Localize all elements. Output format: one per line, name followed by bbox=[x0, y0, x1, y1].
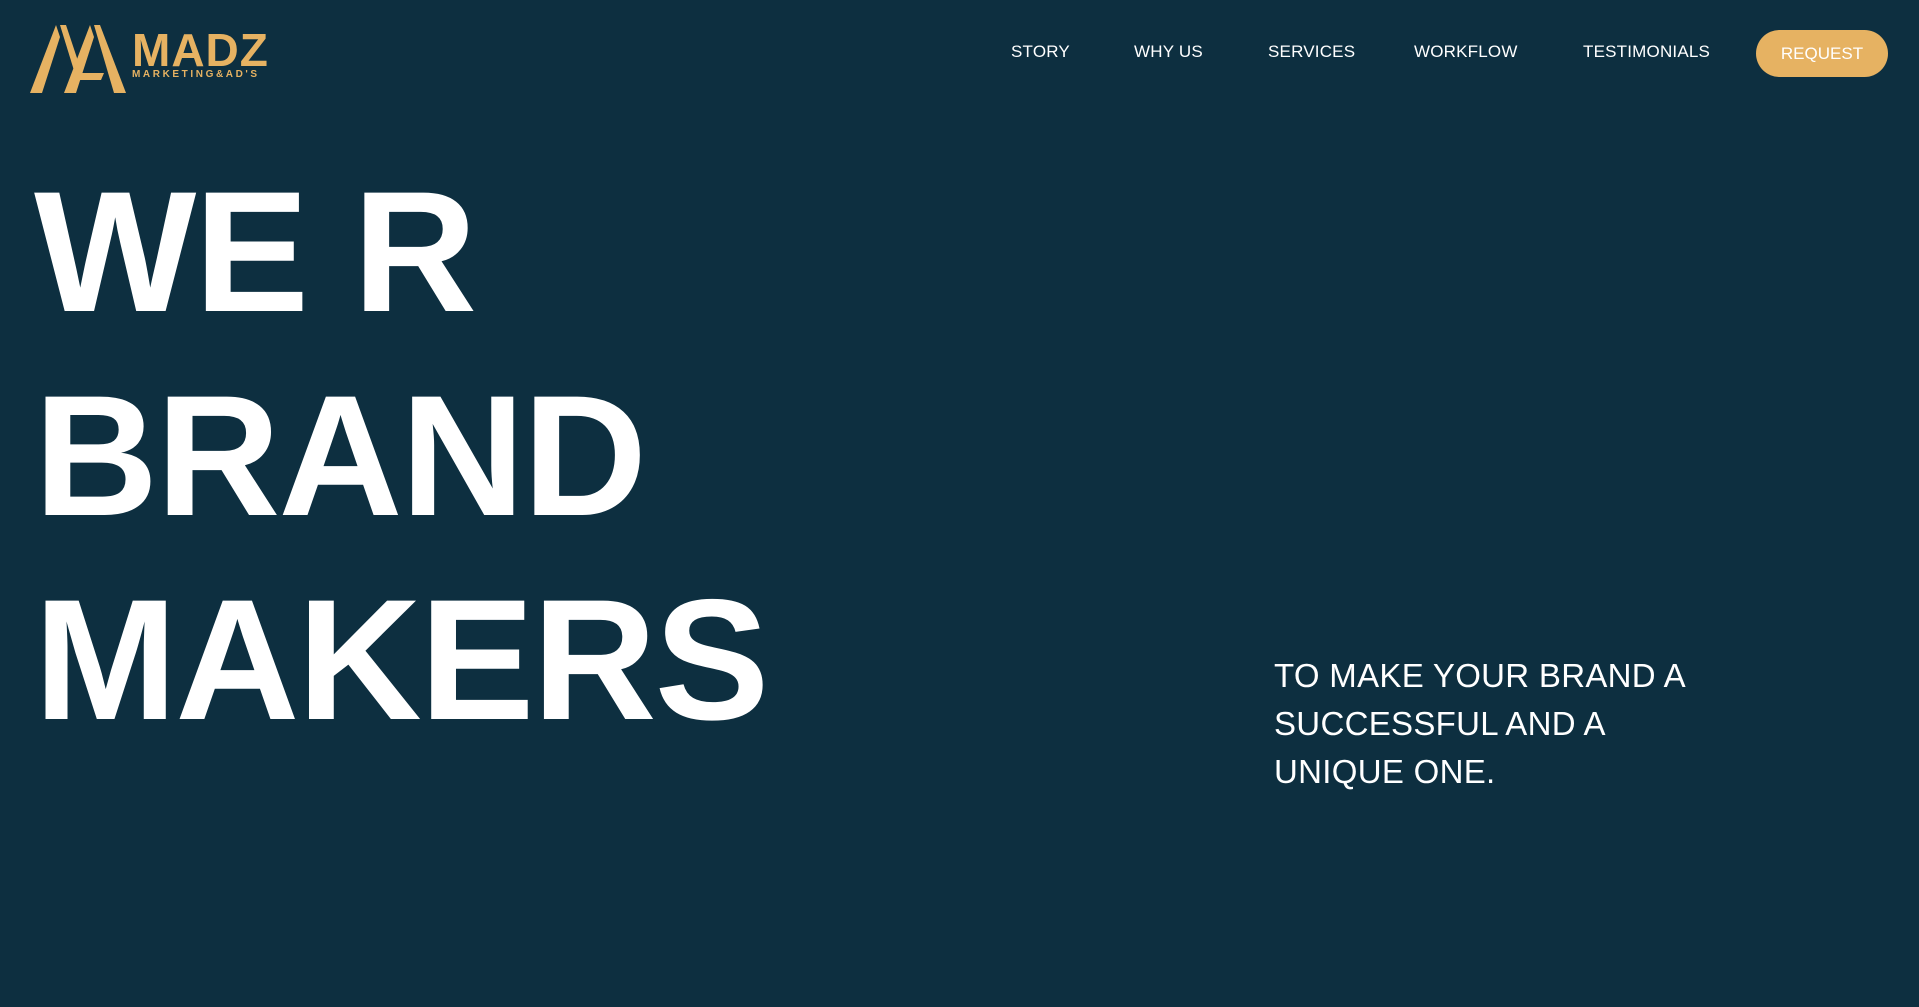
tagline-line-2: SUCCESSFUL AND A bbox=[1274, 705, 1606, 742]
brand-subtitle: MARKETING&AD'S bbox=[132, 69, 260, 80]
main-nav: STORY WHY US SERVICES WORKFLOW TESTIMONI… bbox=[985, 40, 1715, 64]
tagline-line-1: TO MAKE YOUR BRAND A bbox=[1274, 657, 1686, 694]
nav-link-services[interactable]: SERVICES bbox=[1268, 40, 1355, 64]
nav-link-story[interactable]: STORY bbox=[1011, 40, 1070, 64]
brand-logo[interactable]: MADZ MARKETING&AD'S bbox=[30, 17, 285, 93]
tagline-line-3: UNIQUE ONE. bbox=[1274, 753, 1496, 790]
nav-link-testimonials[interactable]: TESTIMONIALS bbox=[1583, 40, 1710, 64]
nav-link-workflow[interactable]: WORKFLOW bbox=[1414, 40, 1518, 64]
hero-tagline: TO MAKE YOUR BRAND A SUCCESSFUL AND A UN… bbox=[1274, 652, 1734, 796]
ma-monogram-icon bbox=[30, 25, 126, 93]
brand-name: MADZ bbox=[132, 24, 269, 76]
nav-link-why-us[interactable]: WHY US bbox=[1134, 40, 1203, 64]
hero-title: WE R BRAND MAKERS bbox=[34, 150, 769, 762]
hero-line-3: MAKERS bbox=[34, 564, 769, 756]
request-button[interactable]: REQUEST bbox=[1756, 30, 1888, 77]
hero-line-1: WE R bbox=[34, 156, 477, 348]
hero-line-2: BRAND bbox=[34, 360, 647, 552]
